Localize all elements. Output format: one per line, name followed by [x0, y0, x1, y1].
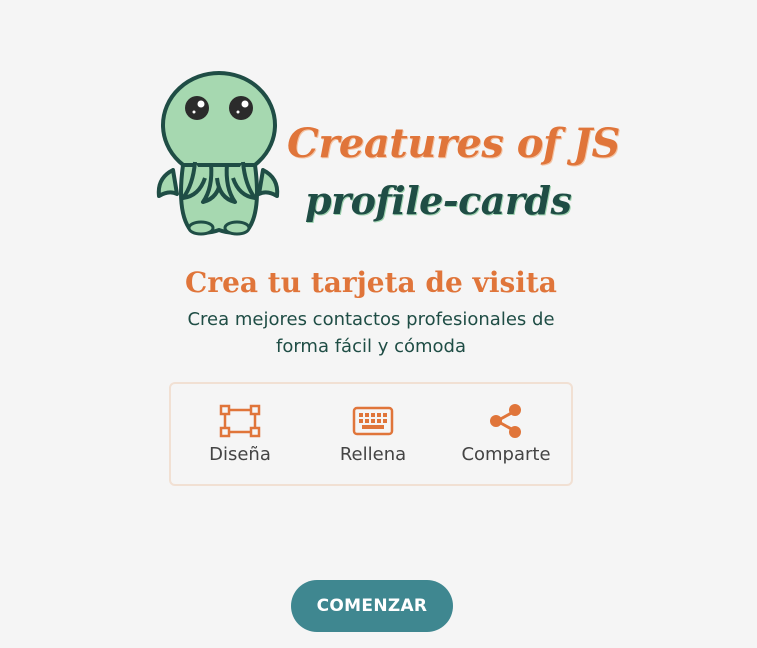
- step-design: Diseña: [175, 404, 305, 465]
- step-fill: Rellena: [308, 404, 438, 465]
- share-icon: [490, 404, 521, 438]
- step-share: Comparte: [441, 404, 571, 465]
- step-label: Diseña: [209, 444, 271, 465]
- app-logo: Creatures of JS profile-cards: [155, 70, 620, 240]
- keyboard-icon: [352, 406, 394, 436]
- cthulhu-mascot-icon: [156, 71, 280, 236]
- design-frame-icon: [219, 404, 261, 438]
- steps-panel: Diseña Rellena Comparte: [169, 382, 573, 486]
- page-subtitle: Crea mejores contactos profesionales de …: [187, 309, 555, 357]
- step-label: Rellena: [339, 444, 407, 465]
- step-label: Comparte: [461, 444, 551, 465]
- logo-title-line2: profile-cards: [305, 178, 572, 223]
- start-button[interactable]: COMENZAR: [291, 580, 453, 632]
- page-title: Crea tu tarjeta de visita: [185, 266, 557, 299]
- logo-title-line1: Creatures of JS: [287, 120, 620, 167]
